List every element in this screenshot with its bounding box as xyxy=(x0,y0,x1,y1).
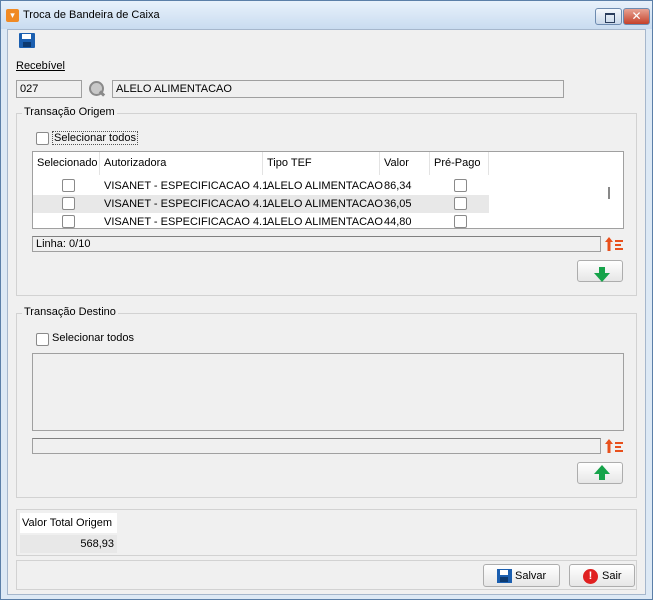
origem-status-bar: Linha: 0/10 xyxy=(32,236,601,252)
column-header-autorizadora[interactable]: Autorizadora xyxy=(100,152,263,175)
row-tipo-tef: ALELO ALIMENTACAO xyxy=(267,216,383,228)
table-row[interactable]: VISANET - ESPECIFICACAO 4.1 ALELO ALIMEN… xyxy=(33,195,489,213)
table-row[interactable]: VISANET - ESPECIFICACAO 4.1 ALELO ALIMEN… xyxy=(33,213,489,228)
row-pre-pago-checkbox[interactable] xyxy=(454,197,467,210)
row-selected-checkbox[interactable] xyxy=(62,215,75,228)
origem-select-all-checkbox[interactable] xyxy=(36,132,49,145)
move-to-origem-button[interactable] xyxy=(577,462,623,484)
row-valor: 44,80 xyxy=(384,216,412,228)
app-menu-icon[interactable]: ▾ xyxy=(6,9,19,22)
recebivel-description-field[interactable]: ALELO ALIMENTACAO xyxy=(112,80,564,98)
destino-grid xyxy=(32,353,624,431)
destino-legend: Transação Destino xyxy=(22,306,118,318)
recebivel-label: Recebível xyxy=(16,60,65,72)
row-autorizadora: VISANET - ESPECIFICACAO 4.1 xyxy=(104,180,269,192)
row-valor: 36,05 xyxy=(384,198,412,210)
total-label: Valor Total Origem xyxy=(20,513,117,533)
destino-status-bar xyxy=(32,438,601,454)
exit-button-label: Sair xyxy=(602,570,622,582)
origem-grid: Selecionado Autorizadora Tipo TEF Valor … xyxy=(32,151,624,229)
exit-icon: ! xyxy=(583,569,598,584)
save-button-label: Salvar xyxy=(515,570,547,582)
origem-legend: Transação Origem xyxy=(22,106,117,118)
exit-button[interactable]: ! Sair xyxy=(569,564,635,587)
sort-icon[interactable] xyxy=(605,438,623,454)
row-selected-checkbox[interactable] xyxy=(62,179,75,192)
row-pre-pago-checkbox[interactable] xyxy=(454,215,467,228)
origem-select-all-label[interactable]: Selecionar todos xyxy=(52,131,138,145)
save-icon xyxy=(497,569,512,583)
row-autorizadora: VISANET - ESPECIFICACAO 4.1 xyxy=(104,216,269,228)
recebivel-code-field[interactable]: 027 xyxy=(16,80,82,98)
column-header-valor[interactable]: Valor xyxy=(380,152,430,175)
magnifier-icon[interactable] xyxy=(89,81,106,98)
origem-vertical-scrollbar[interactable] xyxy=(605,176,623,228)
arrow-down-icon xyxy=(594,267,610,282)
column-header-tipo-tef[interactable]: Tipo TEF xyxy=(263,152,380,175)
scroll-thumb[interactable] xyxy=(608,187,610,199)
column-header-pre-pago[interactable]: Pré-Pago xyxy=(430,152,489,175)
close-icon: ✕ xyxy=(631,9,642,23)
move-to-destino-button[interactable] xyxy=(577,260,623,282)
save-button[interactable]: Salvar xyxy=(483,564,560,587)
destino-select-all-label[interactable]: Selecionar todos xyxy=(52,332,134,344)
window-title: Troca de Bandeira de Caixa xyxy=(23,9,160,21)
title-bar: ▾ Troca de Bandeira de Caixa ✕ xyxy=(1,1,652,29)
close-button[interactable]: ✕ xyxy=(623,8,650,25)
column-header-selecionado[interactable]: Selecionado xyxy=(33,152,100,175)
restore-button[interactable] xyxy=(595,8,622,25)
sort-icon[interactable] xyxy=(605,236,623,252)
total-value: 568,93 xyxy=(20,535,117,553)
destino-select-all-checkbox[interactable] xyxy=(36,333,49,346)
row-autorizadora: VISANET - ESPECIFICACAO 4.1 xyxy=(104,198,269,210)
arrow-up-icon xyxy=(594,465,610,480)
row-selected-checkbox[interactable] xyxy=(62,197,75,210)
row-pre-pago-checkbox[interactable] xyxy=(454,179,467,192)
form-body: Recebível 027 ALELO ALIMENTACAO Transaçã… xyxy=(7,29,646,595)
table-row[interactable]: VISANET - ESPECIFICACAO 4.1 ALELO ALIMEN… xyxy=(33,177,489,195)
row-tipo-tef: ALELO ALIMENTACAO xyxy=(267,198,383,210)
save-icon[interactable] xyxy=(19,33,35,48)
row-tipo-tef: ALELO ALIMENTACAO xyxy=(267,180,383,192)
app-window: ▾ Troca de Bandeira de Caixa ✕ Recebível… xyxy=(0,0,653,600)
row-valor: 86,34 xyxy=(384,180,412,192)
